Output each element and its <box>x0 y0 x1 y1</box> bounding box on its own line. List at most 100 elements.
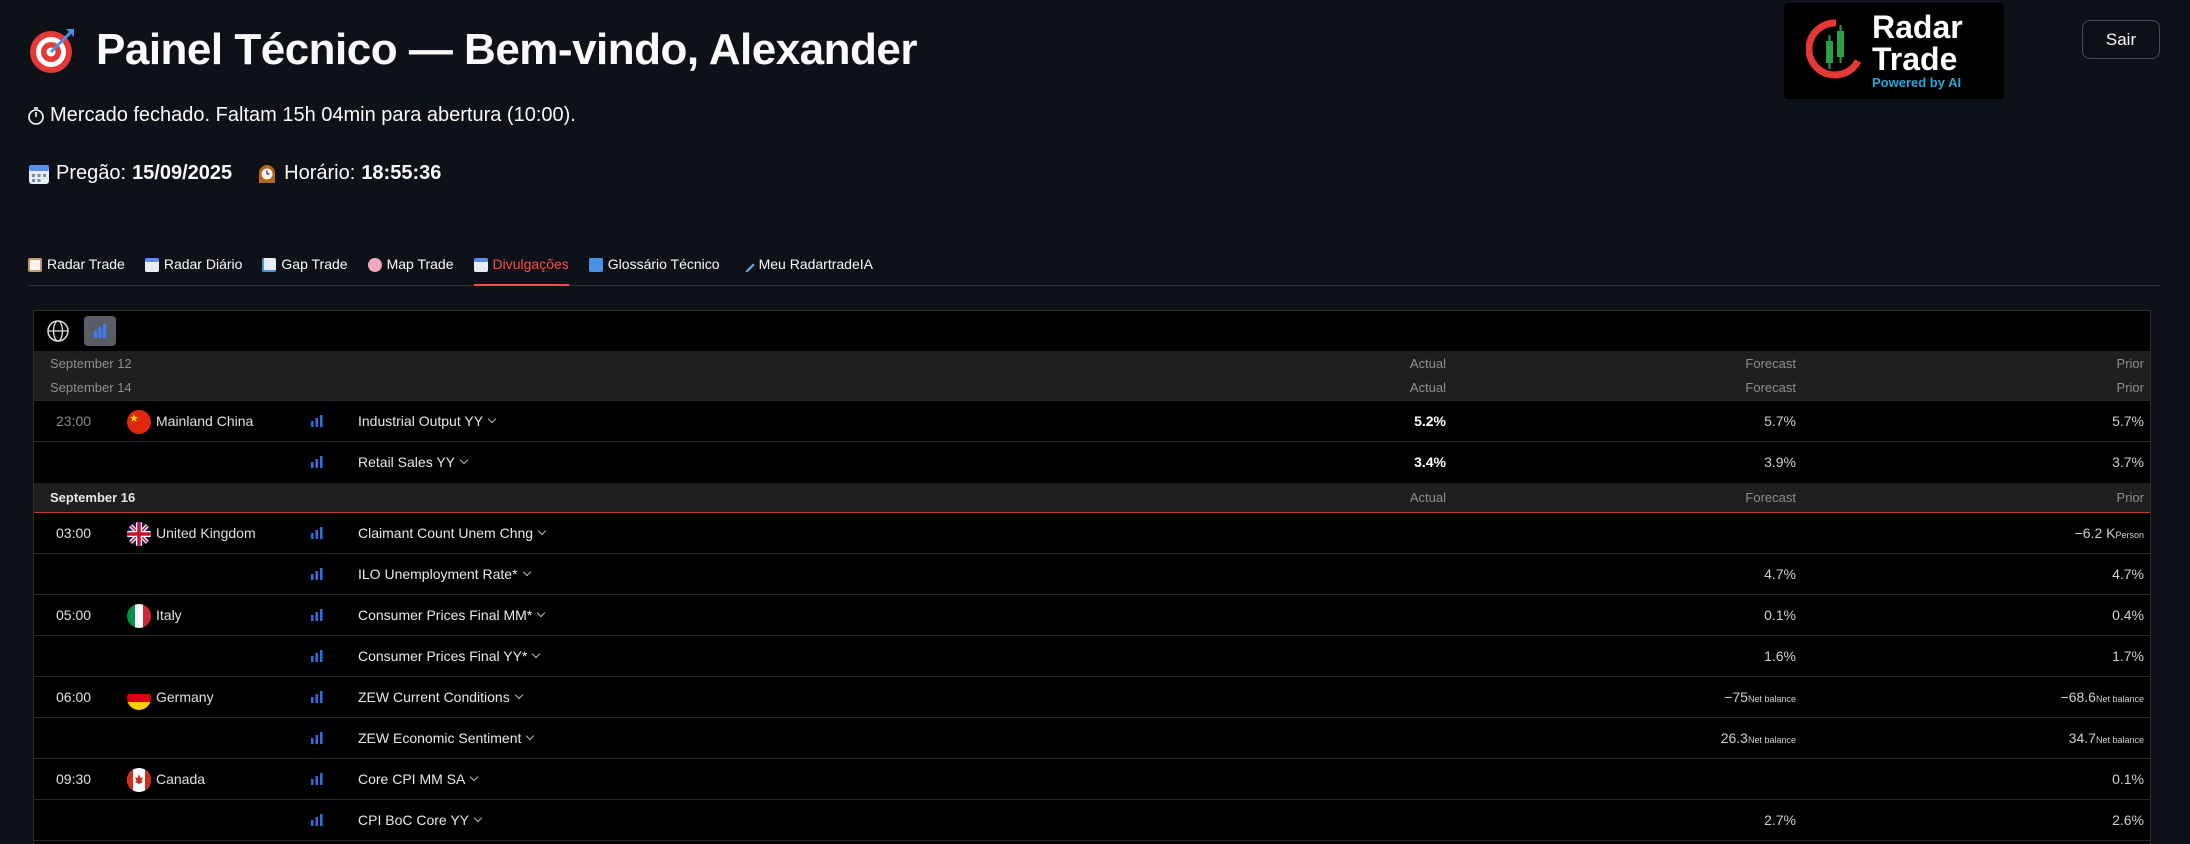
event-time: 03:00 <box>56 525 92 541</box>
event-name[interactable]: Core CPI MM SA <box>358 771 479 787</box>
chevron-down-icon <box>522 567 531 577</box>
radar-trade-logo: Radar Trade Powered by AI <box>1784 3 2004 99</box>
tab-label: Map Trade <box>386 256 454 272</box>
col-prior: Prior <box>2116 380 2144 395</box>
event-forecast: 0.1% <box>1764 607 1796 623</box>
event-name[interactable]: ZEW Current Conditions <box>358 689 523 705</box>
event-country: United Kingdom <box>156 525 256 541</box>
brain-icon <box>367 258 382 272</box>
event-name-text: Consumer Prices Final MM* <box>358 607 533 623</box>
main-tabs: Radar Trade Radar Diário Gap Trade Map T… <box>28 250 2160 286</box>
mantel-clock-icon <box>259 164 276 183</box>
tab-label: Meu RadartradeIA <box>758 256 873 272</box>
book-icon <box>588 258 603 272</box>
event-actual: 3.4% <box>1414 454 1446 470</box>
date-header: September 16 Actual Forecast Prior <box>34 483 2150 513</box>
event-name[interactable]: Industrial Output YY <box>358 413 497 429</box>
session-info: Pregão: 15/09/2025 Horário: 18:55:36 <box>28 162 441 185</box>
importance-bars-icon <box>311 773 323 785</box>
calendar-icon <box>144 258 159 272</box>
event-name[interactable]: Retail Sales YY <box>358 454 469 470</box>
prior-value: −68.6 <box>2060 689 2096 705</box>
event-forecast: 3.9% <box>1764 454 1796 470</box>
event-time: 23:00 <box>56 413 92 429</box>
tab-map-trade[interactable]: Map Trade <box>367 250 454 286</box>
event-prior: 0.4% <box>2112 607 2144 623</box>
importance-bars-icon <box>311 609 323 621</box>
event-country: Germany <box>156 689 214 705</box>
importance-bars-icon <box>311 527 323 539</box>
logo-line2: Trade <box>1872 41 1958 77</box>
chevron-down-icon <box>537 608 546 618</box>
event-row[interactable]: 23:00 Mainland China Industrial Output Y… <box>34 401 2150 442</box>
market-status: Mercado fechado. Faltam 15h 04min para a… <box>26 104 576 127</box>
importance-bars-icon <box>311 691 323 703</box>
event-prior: −6.2 KPerson <box>2075 525 2144 541</box>
event-forecast: 26.3Net balance <box>1721 730 1796 746</box>
tab-divulgacoes[interactable]: Divulgações <box>473 250 569 286</box>
event-row[interactable]: ZEW Economic Sentiment 26.3Net balance 3… <box>34 718 2150 759</box>
chevron-down-icon <box>470 772 479 782</box>
event-forecast: 1.6% <box>1764 648 1796 664</box>
event-prior: 5.7% <box>2112 413 2144 429</box>
globe-view-button[interactable] <box>42 316 74 346</box>
event-name-text: Consumer Prices Final YY* <box>358 648 528 664</box>
importance-bars-icon <box>311 814 323 826</box>
china-flag-icon <box>127 410 151 434</box>
event-name[interactable]: Claimant Count Unem Chng <box>358 525 547 541</box>
col-actual: Actual <box>1409 356 1446 371</box>
event-row[interactable]: 06:00 Germany ZEW Current Conditions −75… <box>34 677 2150 718</box>
chevron-down-icon <box>473 813 483 823</box>
logout-button[interactable]: Sair <box>2082 20 2160 59</box>
event-name[interactable]: CPI BoC Core YY <box>358 812 483 828</box>
prior-unit: Net balance <box>2095 735 2144 745</box>
event-prior: 4.7% <box>2112 566 2144 582</box>
event-name-text: Industrial Output YY <box>358 413 484 429</box>
event-row[interactable]: 05:00 Italy Consumer Prices Final MM* 0.… <box>34 595 2150 636</box>
event-name[interactable]: Consumer Prices Final YY* <box>358 648 541 664</box>
event-name[interactable]: ILO Unemployment Rate* <box>358 566 531 582</box>
col-forecast: Forecast <box>1745 490 1796 505</box>
event-row[interactable]: ILO Unemployment Rate* 4.7% 4.7% <box>34 554 2150 595</box>
stopwatch-icon <box>28 106 44 125</box>
tab-meu-radartradeia[interactable]: Meu RadartradeIA <box>738 250 873 286</box>
event-row[interactable]: CPI BoC Core YY 2.7% 2.6% <box>34 800 2150 841</box>
event-name-text: ZEW Economic Sentiment <box>358 730 522 746</box>
prior-value: 34.7 <box>2068 730 2096 746</box>
page-title-text: Painel Técnico — Bem-vindo, Alexander <box>96 25 917 74</box>
calendar-icon <box>473 258 488 272</box>
event-name[interactable]: ZEW Economic Sentiment <box>358 730 535 746</box>
globe-icon <box>47 320 69 342</box>
chart-icon <box>262 258 277 272</box>
importance-filter-button[interactable] <box>84 316 116 346</box>
tab-radar-trade[interactable]: Radar Trade <box>28 250 125 286</box>
col-actual: Actual <box>1409 490 1446 505</box>
event-time: 05:00 <box>56 607 92 623</box>
event-prior: 2.6% <box>2112 812 2144 828</box>
event-name[interactable]: Consumer Prices Final MM* <box>358 607 546 623</box>
canada-flag-icon <box>127 768 151 792</box>
event-time: 06:00 <box>56 689 92 705</box>
tab-glossario-tecnico[interactable]: Glossário Técnico <box>588 250 720 286</box>
prior-unit: Net balance <box>2095 694 2144 704</box>
col-prior: Prior <box>2116 356 2144 371</box>
event-row[interactable]: Retail Sales YY 3.4% 3.9% 3.7% <box>34 442 2150 483</box>
event-row[interactable]: 09:30 Canada Core CPI MM SA 0.1% <box>34 759 2150 800</box>
event-country: Canada <box>156 771 206 787</box>
tab-radar-diario[interactable]: Radar Diário <box>144 250 242 286</box>
event-time: 09:30 <box>56 771 92 787</box>
session-label: Pregão: <box>56 162 127 184</box>
event-prior: 34.7Net balance <box>2069 730 2144 746</box>
germany-flag-icon <box>127 686 151 710</box>
date-label: September 12 <box>50 356 132 371</box>
event-row[interactable]: 03:00 United Kingdom Claimant Count Unem… <box>34 513 2150 554</box>
event-name-text: Retail Sales YY <box>358 454 456 470</box>
event-row[interactable]: Consumer Prices Final YY* 1.6% 1.7% <box>34 636 2150 677</box>
event-prior: 0.1% <box>2112 771 2144 787</box>
date-header: September 14 Actual Forecast Prior <box>34 375 2150 401</box>
event-forecast: 5.7% <box>1764 413 1796 429</box>
calendar-toolbar <box>34 311 2150 351</box>
tab-gap-trade[interactable]: Gap Trade <box>262 250 348 286</box>
time-label: Horário: <box>284 162 356 184</box>
logo-line1: Radar <box>1872 9 1963 45</box>
